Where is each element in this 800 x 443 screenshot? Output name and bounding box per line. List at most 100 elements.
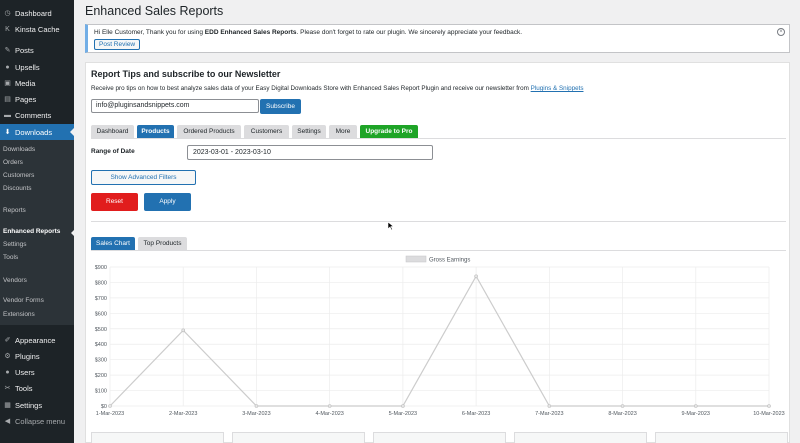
x-tick-label: 5-Mar-2023 [389,411,417,417]
submenu-item-orders[interactable]: Orders [3,159,23,166]
submenu-item-extensions[interactable]: Extensions [3,311,35,318]
admin-sidebar: ◷ Dashboard K Kinsta Cache ✎ Posts ● Upsells ▣ Me… [0,0,76,443]
y-tick-label: $700 [95,296,107,302]
pin-icon: ✎ [4,47,11,54]
submenu-item-tools[interactable]: Tools [3,254,18,261]
x-tick-label: 7-Mar-2023 [535,411,563,417]
sidebar-item-label: Users [15,367,35,377]
x-tick-label: 8-Mar-2023 [608,411,636,417]
submenu-item-vendors[interactable]: Vendors [3,277,27,284]
newsletter-heading: Report Tips and subscribe to our Newslet… [91,69,281,79]
sidebar-item-collapse-menu[interactable]: ◀ Collapse menu [0,413,74,429]
sidebar-item-label: Media [15,78,36,88]
tools-icon: ✂ [4,385,11,392]
submenu-item-vendor-forms[interactable]: Vendor Forms [3,297,44,304]
sidebar-item-users[interactable]: ● Users [0,364,74,380]
legend-swatch [405,255,427,263]
subscribe-button[interactable]: Subscribe [260,99,301,114]
sidebar-item-posts[interactable]: ✎ Posts [0,42,74,58]
x-tick-label: 1-Mar-2023 [96,411,124,417]
post-review-button[interactable]: Post Review [94,39,141,50]
newsletter-email-input[interactable]: info@pluginsandsnippets.com [91,99,259,113]
x-tick-label: 9-Mar-2023 [682,411,710,417]
pages-icon: ▤ [4,96,11,103]
tab-more[interactable]: More [329,125,357,138]
sidebar-item-label: Plugins [15,351,40,361]
sidebar-item-appearance[interactable]: ✐ Appearance [0,332,74,348]
tab-upgrade-to-pro[interactable]: Upgrade to Pro [360,125,418,138]
main-content: Enhanced Sales Reports Hi Elle Customer,… [74,0,800,443]
y-tick-label: $300 [95,358,107,364]
sidebar-item-plugins[interactable]: ⚙ Plugins [0,348,74,364]
sidebar-item-label: Kinsta Cache [15,24,60,34]
y-tick-label: $200 [95,373,107,379]
sidebar-item-label: Settings [15,400,43,410]
submenu-item-discounts[interactable]: Discounts [3,185,32,192]
sidebar-item-label: Posts [15,45,34,55]
y-tick-label: $800 [95,280,107,286]
tab-customers[interactable]: Customers [244,125,289,138]
summary-card [232,432,365,443]
data-point [254,404,259,408]
x-tick-label: 10-Mar-2023 [753,411,785,417]
data-point [767,404,771,408]
y-tick-label: $100 [95,389,107,395]
sidebar-item-tools[interactable]: ✂ Tools [0,380,74,396]
x-tick-label: 3-Mar-2023 [242,411,270,417]
dismiss-notice-icon[interactable]: × [777,28,785,36]
review-notice: Hi Elle Customer, Thank you for using ED… [85,24,790,53]
submenu-item-enhanced-reports[interactable]: Enhanced Reports [3,228,76,237]
sidebar-item-comments[interactable]: ▬ Comments [0,107,74,123]
y-tick-label: $600 [95,311,107,317]
x-tick-label: 2-Mar-2023 [169,411,197,417]
filters-divider [91,221,786,222]
sidebar-item-upsells[interactable]: ● Upsells [0,59,74,75]
submenu-item-customers[interactable]: Customers [3,172,34,179]
summary-card [514,432,647,443]
mouse-cursor-icon [387,221,395,231]
sidebar-item-settings[interactable]: ▦ Settings [0,397,74,413]
y-tick-label: $900 [95,265,107,271]
tab-settings[interactable]: Settings [292,125,326,138]
submenu-item-downloads[interactable]: Downloads [3,146,35,153]
sidebar-item-label: Dashboard [15,8,52,18]
plugins-snippets-link[interactable]: Plugins & Snippets [531,85,584,92]
x-tick-label: 6-Mar-2023 [462,411,490,417]
submenu-item-settings[interactable]: Settings [3,241,27,248]
data-point [108,404,112,408]
sidebar-item-pages[interactable]: ▤ Pages [0,91,74,107]
tab-sales-chart[interactable]: Sales Chart [91,237,135,250]
sidebar-item-label: Tools [15,383,33,393]
summary-card [91,432,224,443]
reset-button[interactable]: Reset [91,193,138,211]
sales-chart: Gross Earnings $0 $100 $200 $300 $400 $500 $600… [95,255,785,417]
summary-card [655,432,788,443]
sidebar-item-downloads[interactable]: ⬇ Downloads [0,124,74,140]
tab-dashboard[interactable]: Dashboard [91,125,134,138]
appearance-icon: ✐ [4,337,11,344]
apply-button[interactable]: Apply [144,193,191,211]
dashboard-icon: ◷ [4,10,11,17]
users-icon: ● [5,368,10,376]
newsletter-description: Receive pro tips on how to best analyze … [91,85,584,92]
downloads-icon: ⬇ [4,129,11,136]
sidebar-item-label: Downloads [15,127,53,137]
tab-products[interactable]: Products [137,125,174,138]
sidebar-item-label: Upsells [15,62,40,72]
tab-ordered-products[interactable]: Ordered Products [177,125,241,138]
submenu-item-reports[interactable]: Reports [3,207,26,214]
data-point [620,404,625,408]
tab-top-products[interactable]: Top Products [138,237,187,250]
range-of-date-label: Range of Date [91,148,135,155]
data-point [693,404,698,408]
upsells-icon: ● [5,63,10,71]
show-advanced-filters-button[interactable]: Show Advanced Filters [91,170,196,185]
sidebar-item-kinsta-cache[interactable]: K Kinsta Cache [0,21,74,37]
summary-card [373,432,506,443]
data-point [474,274,478,279]
sidebar-item-media[interactable]: ▣ Media [0,75,74,91]
date-range-input[interactable]: 2023-03-01 - 2023-03-10 [187,145,433,160]
sidebar-item-dashboard[interactable]: ◷ Dashboard [0,5,74,21]
data-point [547,404,552,408]
data-point [181,328,186,333]
